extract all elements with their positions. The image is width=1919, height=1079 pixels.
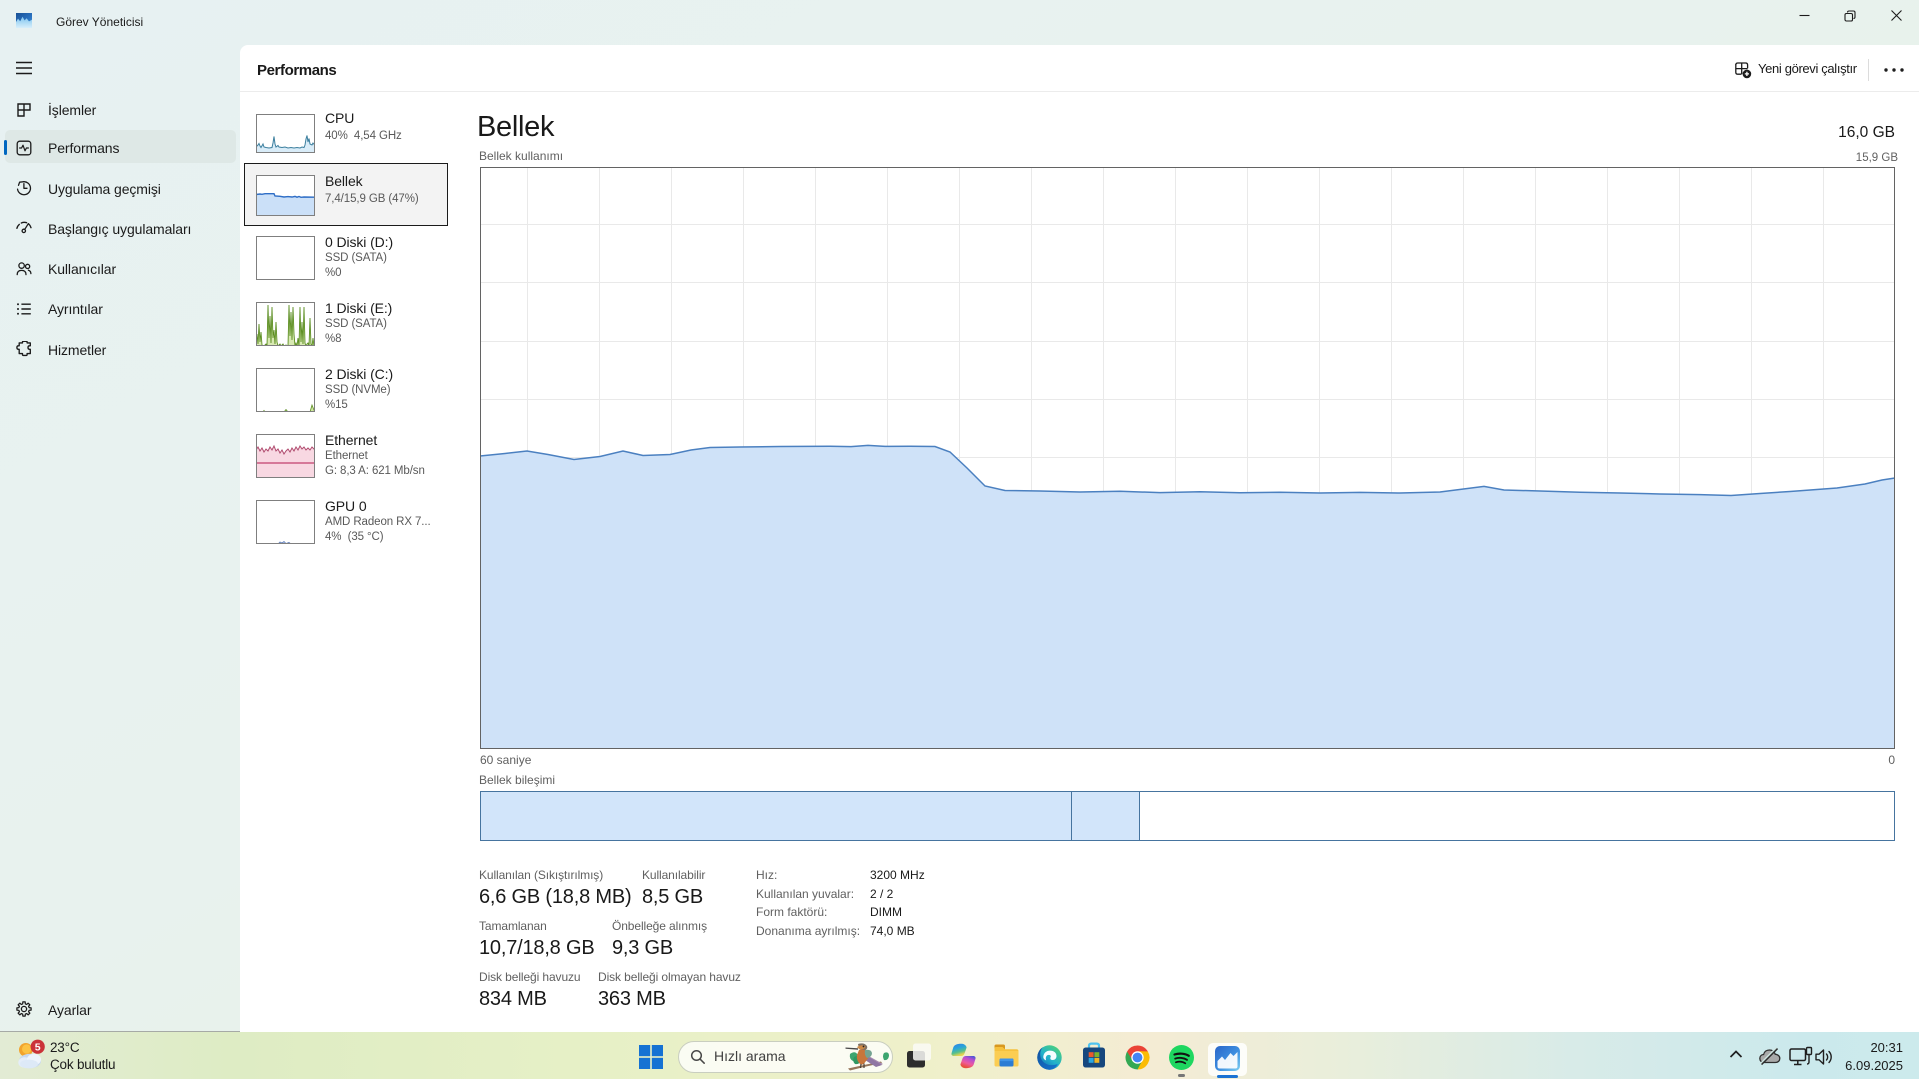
svg-text:5: 5: [35, 1042, 41, 1054]
